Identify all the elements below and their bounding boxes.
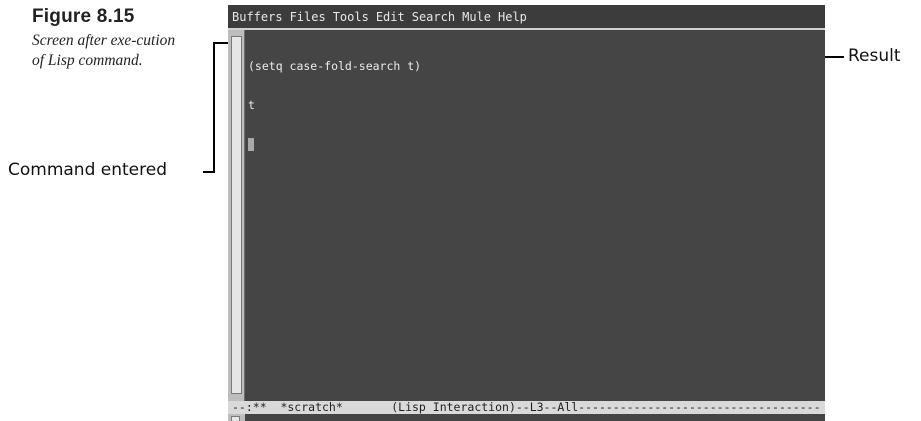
vertical-scrollbar[interactable] — [228, 30, 245, 401]
minibuffer[interactable] — [228, 414, 825, 421]
buffer-line-cursor — [248, 138, 825, 151]
menu-files[interactable]: Files — [290, 10, 326, 24]
minibuffer-scrollbar — [228, 414, 245, 421]
figure-description: Screen after exe-cution of Lisp command. — [32, 32, 176, 69]
text-cursor — [248, 138, 254, 151]
menu-bar: Buffers Files Tools Edit Search Mule Hel… — [228, 5, 825, 30]
menu-search[interactable]: Search — [412, 10, 455, 24]
menu-buffers[interactable]: Buffers — [232, 10, 283, 24]
menu-edit[interactable]: Edit — [376, 10, 405, 24]
callout-result: Result — [848, 46, 901, 66]
menu-tools[interactable]: Tools — [333, 10, 369, 24]
scratch-buffer-text[interactable]: (setq case-fold-search t) t — [248, 34, 825, 177]
buffer-line-result: t — [248, 98, 255, 112]
figure-label: Figure 8.15 — [32, 6, 135, 27]
scrollbar-thumb[interactable] — [231, 36, 242, 394]
menu-mule[interactable]: Mule — [462, 10, 491, 24]
menu-help[interactable]: Help — [498, 10, 527, 24]
callout-command-entered: Command entered — [8, 160, 168, 180]
figure-caption: Figure 8.15 Screen after exe-cution of L… — [32, 6, 207, 71]
callout-leader-left-vertical — [213, 42, 215, 173]
emacs-window: Buffers Files Tools Edit Search Mule Hel… — [228, 5, 825, 421]
buffer-line-command: (setq case-fold-search t) — [248, 59, 422, 73]
mode-line: --:** *scratch* (Lisp Interaction)--L3--… — [228, 401, 825, 414]
